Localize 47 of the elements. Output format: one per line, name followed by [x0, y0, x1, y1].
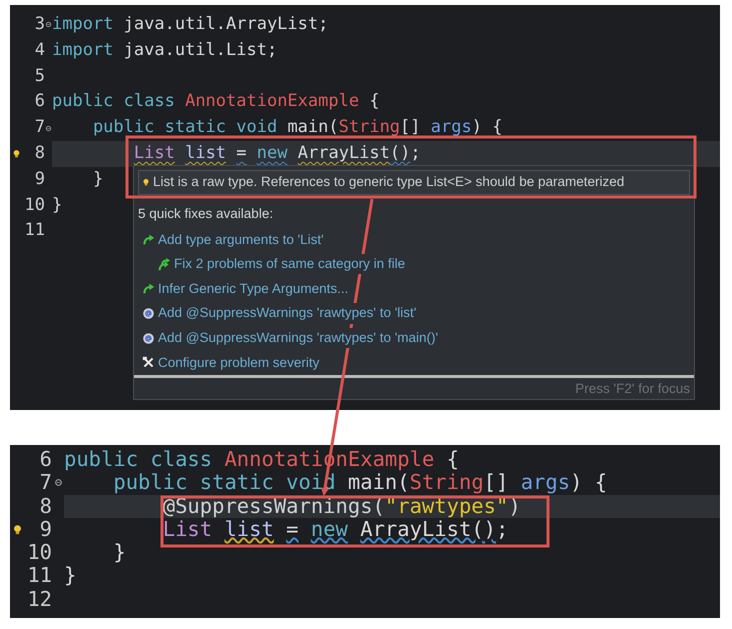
quick-fix-item[interactable]: Add @SuppressWarnings 'rawtypes' to 'list': [134, 301, 694, 326]
arrow-icon: [142, 233, 155, 246]
line-number: 7: [34, 116, 45, 140]
at-sign-icon: [142, 307, 155, 320]
fold-icon[interactable]: [54, 478, 62, 488]
lightbulb-icon: [142, 176, 150, 188]
message-text: List is a raw type. References to generic type List<E> should be parameterized: [153, 173, 624, 192]
lightbulb-icon[interactable]: [12, 522, 23, 537]
code-line: }: [112, 541, 126, 564]
quick-fix-item[interactable]: Configure problem severity: [134, 350, 694, 375]
code-line: List list = new ArrayList();: [132, 142, 421, 165]
popup-heading: 5 quick fixes available:: [137, 204, 274, 223]
line-number: 8: [34, 142, 45, 165]
double-arrow-icon: [158, 258, 171, 271]
tools-icon: [142, 356, 155, 370]
line-number: 6: [38, 448, 52, 472]
line-number: 8: [38, 494, 52, 518]
code-line: public class AnnotationExample {: [52, 90, 380, 114]
line-number: 6: [34, 90, 45, 114]
line-number: 4: [34, 38, 45, 62]
line-number: 11: [26, 564, 52, 588]
fold-icon[interactable]: [45, 124, 52, 132]
line-number: 11: [24, 219, 45, 242]
line-number: 10: [26, 541, 52, 564]
line-number: 7: [38, 471, 52, 495]
lightbulb-icon[interactable]: [12, 148, 20, 160]
fold-icon[interactable]: [45, 21, 52, 28]
quick-fix-item[interactable]: Add @SuppressWarnings 'rawtypes' to 'main()': [134, 326, 694, 350]
code-line: import java.util.List;: [52, 38, 278, 62]
focus-hint: Press 'F2' for focus: [134, 375, 694, 399]
code-line: import java.util.ArrayList;: [52, 13, 328, 36]
code-line: }: [92, 168, 104, 191]
code-line: List list = new ArrayList();: [162, 518, 508, 542]
line-number: 10: [24, 194, 45, 217]
quick-fix-item[interactable]: Fix 2 problems of same category in file: [134, 252, 694, 277]
line-number: 12: [26, 588, 52, 612]
quick-fix-item[interactable]: Add type arguments to 'List': [134, 227, 694, 252]
line-number: 5: [34, 64, 45, 88]
arrow-icon: [142, 282, 155, 296]
code-line: }: [52, 194, 62, 217]
code-line: public static void main(String[] args) {: [92, 116, 502, 140]
line-number: 3: [34, 13, 45, 36]
code-line: }: [64, 564, 76, 588]
line-number: 9: [34, 168, 45, 191]
quick-fix-item[interactable]: Infer Generic Type Arguments...: [134, 276, 694, 302]
line-number: 9: [38, 518, 52, 542]
at-sign-icon: [142, 332, 155, 345]
